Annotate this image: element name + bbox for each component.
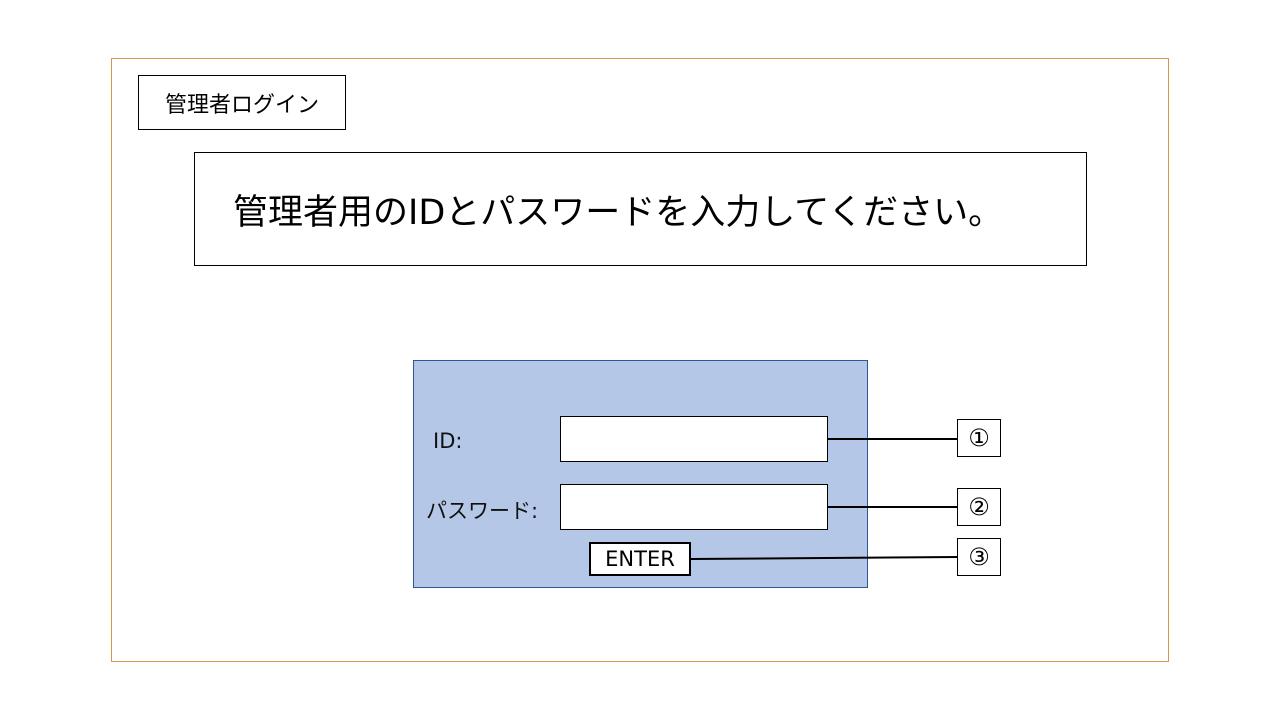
page-title: 管理者ログイン [138,75,346,130]
id-field-callout: ① [957,419,1001,457]
enter-button-marker: ③ [968,543,990,571]
enter-button[interactable]: ENTER [589,542,691,576]
password-field-marker: ② [968,493,990,521]
id-field-marker: ① [968,424,990,452]
id-label: ID: [433,429,463,453]
password-label: パスワード: [426,499,539,523]
instruction-text: 管理者用のIDとパスワードを入力してください。 [233,192,1004,233]
enter-button-callout: ③ [957,538,1001,576]
page-title-text: 管理者ログイン [164,92,319,118]
id-input[interactable] [560,416,828,462]
password-field-callout: ② [957,488,1001,526]
instruction-banner: 管理者用のIDとパスワードを入力してください。 [194,152,1087,266]
password-input[interactable] [560,484,828,530]
